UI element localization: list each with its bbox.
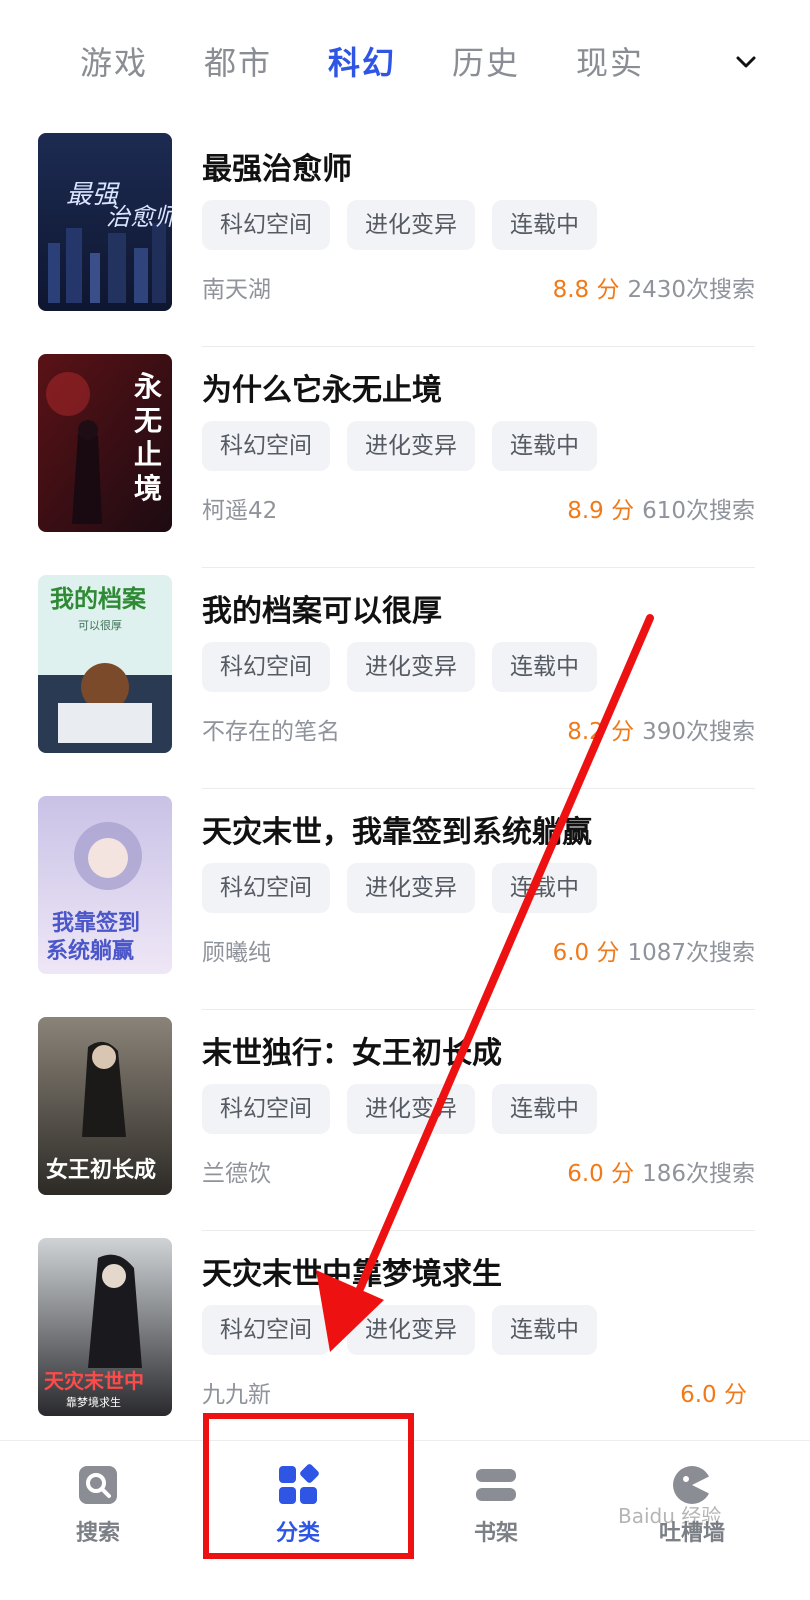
book-score: 8.2 分 (567, 719, 635, 745)
tag-category[interactable]: 科幻空间 (202, 642, 330, 692)
book-score: 6.0 分 (552, 940, 620, 966)
tag-subcategory[interactable]: 进化变异 (347, 200, 475, 250)
book-cover[interactable]: 女王初长成 (38, 1017, 172, 1195)
book-meta: 8.9 分 610次搜索 (567, 491, 755, 525)
book-title[interactable]: 最强治愈师 (202, 144, 352, 188)
search-count: 1087次搜索 (627, 940, 755, 966)
svg-text:永: 永 (134, 371, 162, 402)
svg-text:治愈师: 治愈师 (106, 204, 172, 231)
svg-text:靠梦境求生: 靠梦境求生 (66, 1395, 121, 1409)
book-cover[interactable]: 天灾末世中 靠梦境求生 (38, 1238, 172, 1416)
tag-status: 连载中 (492, 1084, 597, 1134)
svg-text:天灾末世中: 天灾末世中 (44, 1369, 144, 1393)
tag-category[interactable]: 科幻空间 (202, 863, 330, 913)
tag-category[interactable]: 科幻空间 (202, 421, 330, 471)
book-cover[interactable]: 永 无 止 境 (38, 354, 172, 532)
book-score: 8.9 分 (567, 498, 635, 524)
tag-status: 连载中 (492, 1305, 597, 1355)
book-meta: 6.0 分 (680, 1375, 755, 1409)
book-list: 最强 治愈师 最强治愈师 科幻空间 进化变异 连载中 南天湖 8.8 分 2430… (0, 126, 810, 1452)
svg-text:境: 境 (134, 473, 162, 504)
svg-text:我的档案: 我的档案 (50, 585, 147, 613)
tab-history[interactable]: 历史 (452, 38, 520, 84)
tag-category[interactable]: 科幻空间 (202, 200, 330, 250)
book-title[interactable]: 天灾末世，我靠签到系统躺赢 (202, 807, 592, 851)
tag-subcategory[interactable]: 进化变异 (347, 642, 475, 692)
chevron-down-icon[interactable] (734, 50, 758, 74)
book-meta: 8.2 分 390次搜索 (567, 712, 755, 746)
book-author: 南天湖 (202, 277, 271, 303)
category-tabs: 游戏 都市 科幻 历史 现实 (0, 30, 810, 90)
annotation-highlight-box (203, 1413, 414, 1559)
tag-status: 连载中 (492, 200, 597, 250)
book-score: 6.0 分 (567, 1161, 635, 1187)
book-cover[interactable]: 我靠签到 系统躺赢 (38, 796, 172, 974)
nav-bookshelf-label: 书架 (473, 1521, 518, 1546)
book-title[interactable]: 末世独行：女王初长成 (202, 1028, 502, 1072)
book-item[interactable]: 我靠签到 系统躺赢 天灾末世，我靠签到系统躺赢 科幻空间 进化变异 连载中 顾曦… (0, 789, 810, 1010)
tag-subcategory[interactable]: 进化变异 (347, 1305, 475, 1355)
tag-status: 连载中 (492, 863, 597, 913)
nav-search[interactable]: 搜索 (38, 1463, 158, 1547)
search-count: 390次搜索 (642, 719, 755, 745)
book-author: 九九新 (202, 1382, 271, 1408)
svg-text:我靠签到: 我靠签到 (52, 910, 140, 935)
book-score: 6.0 分 (680, 1382, 747, 1408)
search-count: 2430次搜索 (627, 277, 755, 303)
book-title[interactable]: 我的档案可以很厚 (202, 586, 442, 630)
tag-category[interactable]: 科幻空间 (202, 1305, 330, 1355)
watermark: Baidu 经验 (618, 1504, 722, 1528)
book-meta: 8.8 分 2430次搜索 (553, 270, 755, 304)
book-item[interactable]: 永 无 止 境 为什么它永无止境 科幻空间 进化变异 连载中 柯遥42 8.9 … (0, 347, 810, 568)
book-score: 8.8 分 (552, 277, 620, 303)
nav-search-label: 搜索 (75, 1521, 120, 1546)
svg-text:止: 止 (134, 439, 162, 470)
bookshelf-icon (476, 1469, 516, 1501)
tag-subcategory[interactable]: 进化变异 (347, 421, 475, 471)
tab-games[interactable]: 游戏 (80, 38, 148, 84)
book-item[interactable]: 女王初长成 末世独行：女王初长成 科幻空间 进化变异 连载中 兰德饮 6.0 分… (0, 1010, 810, 1231)
svg-text:无: 无 (134, 405, 162, 436)
search-count: 610次搜索 (642, 498, 755, 524)
book-author: 不存在的笔名 (202, 719, 340, 745)
book-meta: 6.0 分 1087次搜索 (553, 933, 755, 967)
book-item[interactable]: 我的档案 可以很厚 我的档案可以很厚 科幻空间 进化变异 连载中 不存在的笔名 … (0, 568, 810, 789)
book-cover[interactable]: 我的档案 可以很厚 (38, 575, 172, 753)
tab-reality[interactable]: 现实 (576, 38, 644, 84)
tag-subcategory[interactable]: 进化变异 (347, 1084, 475, 1134)
svg-text:可以很厚: 可以很厚 (78, 618, 122, 632)
nav-bookshelf[interactable]: 书架 (436, 1463, 556, 1547)
book-cover[interactable]: 最强 治愈师 (38, 133, 172, 311)
tag-category[interactable]: 科幻空间 (202, 1084, 330, 1134)
tag-status: 连载中 (492, 421, 597, 471)
svg-text:女王初长成: 女王初长成 (46, 1157, 156, 1182)
tag-subcategory[interactable]: 进化变异 (347, 863, 475, 913)
tab-city[interactable]: 都市 (204, 38, 272, 84)
book-title[interactable]: 为什么它永无止境 (202, 365, 442, 409)
search-icon (79, 1466, 117, 1504)
book-meta: 6.0 分 186次搜索 (567, 1154, 755, 1188)
tag-status: 连载中 (492, 642, 597, 692)
svg-text:系统躺赢: 系统躺赢 (46, 938, 134, 963)
book-author: 柯遥42 (202, 498, 278, 524)
search-count: 186次搜索 (642, 1161, 755, 1187)
book-item[interactable]: 最强 治愈师 最强治愈师 科幻空间 进化变异 连载中 南天湖 8.8 分 2430… (0, 126, 810, 347)
book-author: 顾曦纯 (202, 940, 271, 966)
book-author: 兰德饮 (202, 1161, 271, 1187)
tab-scifi[interactable]: 科幻 (328, 38, 396, 84)
book-title[interactable]: 天灾末世中靠梦境求生 (202, 1249, 502, 1293)
